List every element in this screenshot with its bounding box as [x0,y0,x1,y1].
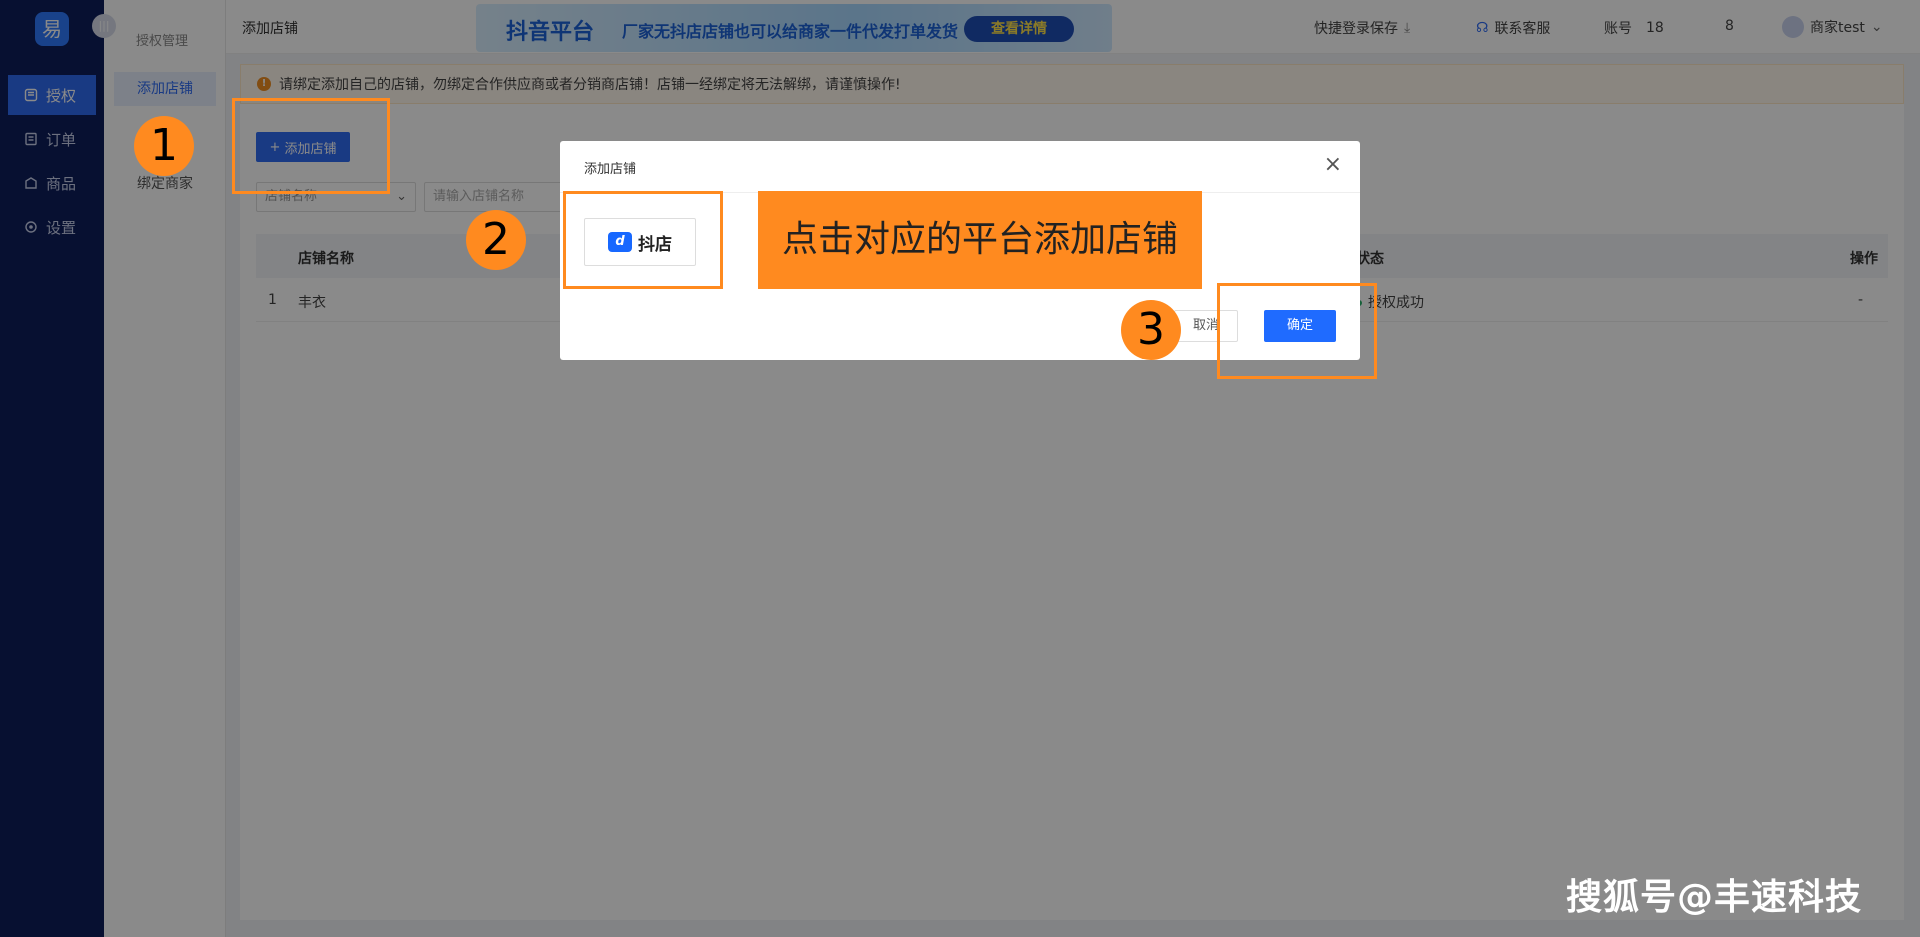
dialog-title: 添加店铺 [584,162,637,177]
annotation-frame-1 [232,98,390,194]
step-marker-2: 2 [466,210,526,270]
annotation-frame-3 [1217,283,1377,379]
dialog-header: 添加店铺 × [560,141,1360,193]
annotation-frame-2 [563,191,723,289]
annotation-callout: 点击对应的平台添加店铺 [758,191,1202,289]
watermark: 搜狐号@丰速科技 [1566,877,1863,918]
step-marker-3: 3 [1121,300,1181,360]
close-icon[interactable]: × [1324,152,1342,177]
step-marker-1: 1 [134,116,194,176]
